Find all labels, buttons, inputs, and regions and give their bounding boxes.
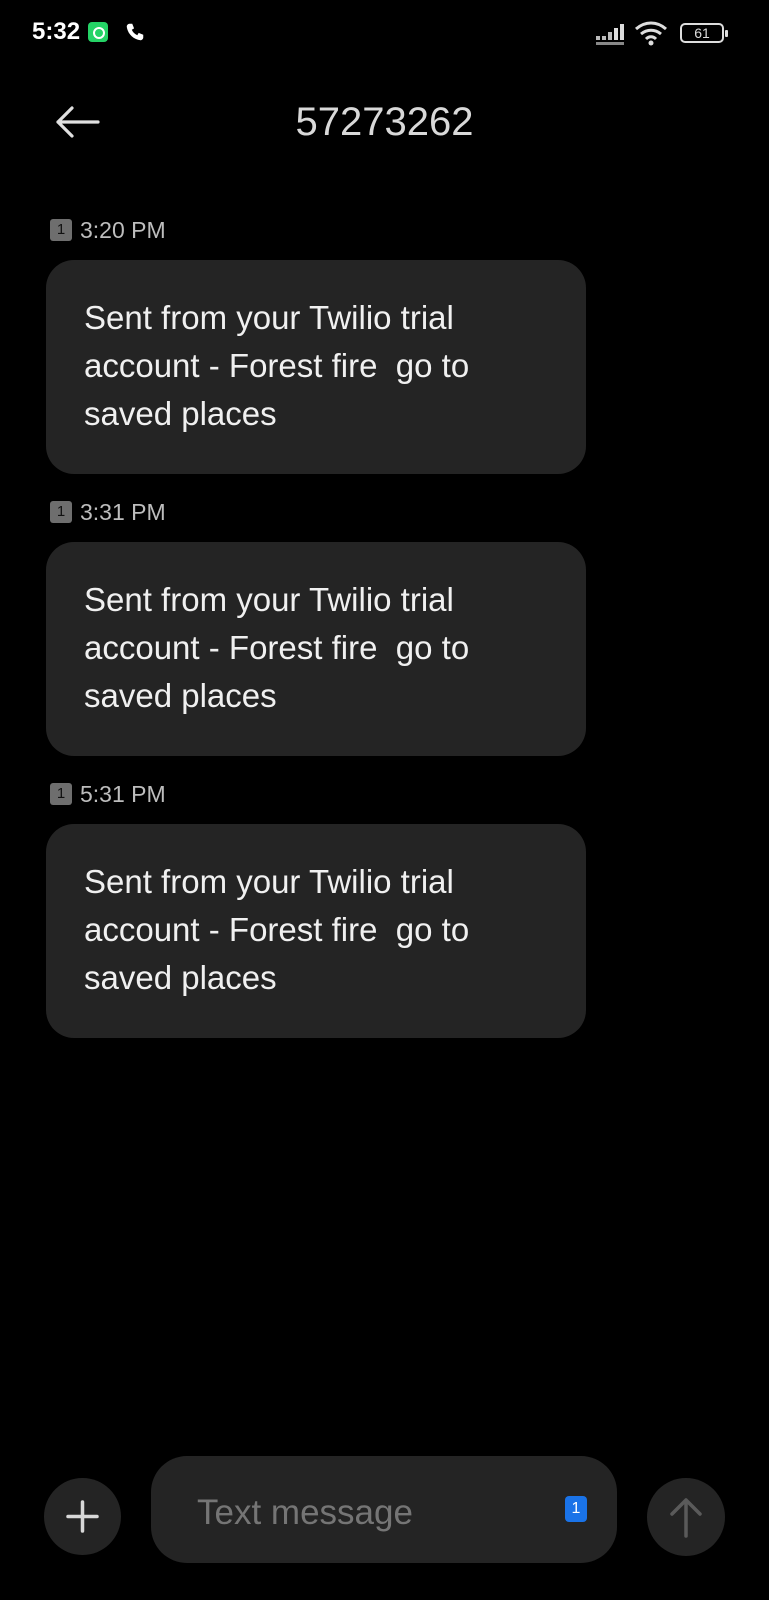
message-meta: 1 3:31 PM [46, 494, 586, 530]
sim-selector[interactable]: 1 [565, 1496, 587, 1522]
status-time: 5:32 [32, 18, 81, 45]
message-bubble[interactable]: Sent from your Twilio trial account - Fo… [46, 260, 586, 474]
send-button[interactable] [647, 1478, 725, 1556]
message-bubble[interactable]: Sent from your Twilio trial account - Fo… [46, 824, 586, 1038]
arrow-up-icon [670, 1498, 702, 1538]
sim-badge: 1 [50, 219, 72, 241]
conversation-header: 57273262 [0, 80, 769, 160]
sim-badge: 1 [50, 501, 72, 523]
signal-icon [596, 24, 624, 45]
message-meta: 1 3:20 PM [46, 212, 586, 248]
attach-button[interactable] [44, 1478, 121, 1555]
message-item[interactable]: 1 3:31 PM Sent from your Twilio trial ac… [46, 494, 586, 756]
message-meta: 1 5:31 PM [46, 776, 586, 812]
plus-icon [66, 1500, 99, 1533]
message-item[interactable]: 1 3:20 PM Sent from your Twilio trial ac… [46, 212, 586, 474]
wifi-icon [635, 21, 667, 46]
status-bar: 5:32 61 [0, 0, 769, 70]
sim-badge: 1 [50, 783, 72, 805]
whatsapp-icon [88, 22, 108, 42]
message-time: 3:31 PM [80, 498, 166, 525]
message-time: 5:31 PM [80, 780, 166, 807]
phone-icon [126, 23, 144, 41]
message-time: 3:20 PM [80, 216, 166, 243]
message-bubble[interactable]: Sent from your Twilio trial account - Fo… [46, 542, 586, 756]
message-composer: 1 [0, 1456, 769, 1566]
battery-icon: 61 [680, 23, 728, 43]
message-item[interactable]: 1 5:31 PM Sent from your Twilio trial ac… [46, 776, 586, 1038]
conversation-title: 57273262 [295, 100, 474, 144]
message-input[interactable] [195, 1492, 529, 1534]
message-input-container[interactable]: 1 [151, 1456, 617, 1563]
